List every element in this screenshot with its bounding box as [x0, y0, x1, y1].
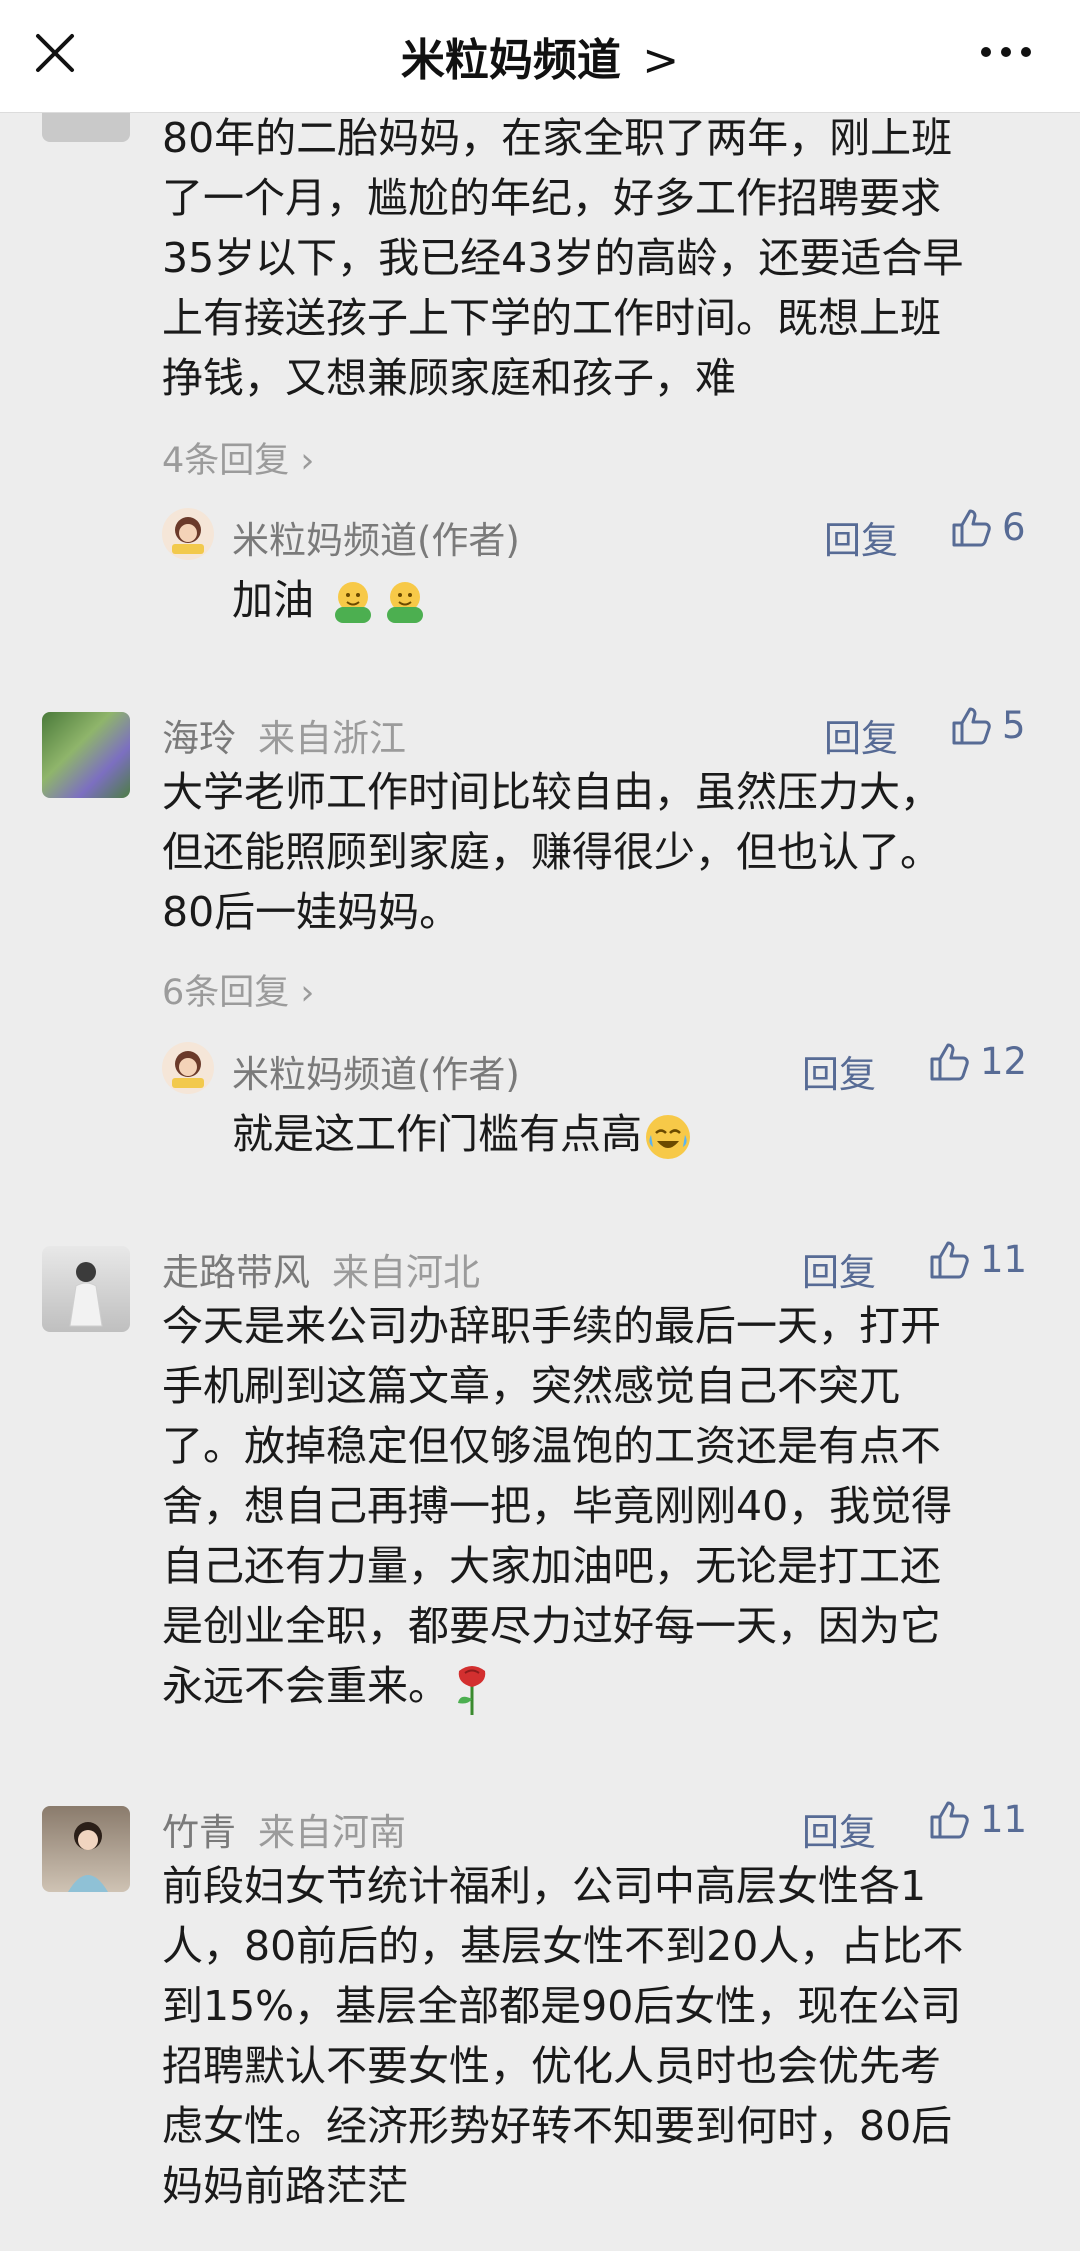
thumbs-up-icon: [930, 1801, 969, 1838]
reply-button[interactable]: 回复: [824, 510, 898, 564]
comment-text: 大学老师工作时间比较自由，虽然压力大， 但还能照顾到家庭，赚得很少，但也认了。 …: [162, 768, 941, 936]
location-label: 来自浙江: [258, 717, 406, 760]
page-title: 米粒妈频道: [400, 35, 621, 86]
rose-emoji: [458, 1666, 486, 1715]
thumbs-up-icon: [952, 509, 991, 546]
more-icon: [981, 47, 1031, 57]
author-reply-text: 就是这工作门槛有点高: [232, 1100, 694, 1163]
thumbs-up-icon: [930, 1241, 969, 1278]
avatar[interactable]: [42, 1246, 130, 1332]
author-reply-text: 加油: [232, 566, 431, 629]
avatar-image: [68, 1822, 108, 1892]
like-count: 6: [1002, 506, 1026, 549]
commenter-name[interactable]: 走路带风 来自河北: [162, 1242, 480, 1296]
reply-button[interactable]: 回复: [802, 1044, 876, 1098]
author-avatar-image: [172, 1051, 204, 1088]
thumbs-up-icon: [952, 707, 991, 744]
author-avatar-image: [172, 517, 204, 554]
reply-button[interactable]: 回复: [802, 1242, 876, 1296]
author-name[interactable]: 米粒妈频道(作者): [232, 510, 520, 564]
crying-laughing-emoji: [646, 1115, 690, 1159]
location-label: 来自河北: [332, 1251, 480, 1294]
commenter-name[interactable]: 竹青 来自河南: [162, 1802, 406, 1856]
like-button[interactable]: 11: [928, 1798, 1027, 1841]
comment-text: 前段妇女节统计福利，公司中高层女性各1 人，80前后的，基层女性不到20人，占比…: [162, 1862, 964, 2210]
like-button[interactable]: 5: [950, 704, 1026, 747]
like-count: 12: [980, 1040, 1028, 1083]
commenter-name[interactable]: 海玲 来自浙江: [162, 708, 406, 762]
comment-text: 80年的二胎妈妈，在家全职了两年，刚上班 了一个月，尴尬的年纪，好多工作招聘要求…: [162, 114, 964, 402]
avatar[interactable]: [42, 1806, 130, 1892]
location-label: 来自河南: [258, 1811, 406, 1854]
hug-emoji: [387, 582, 424, 623]
top-bar: 米粒妈频道 >: [0, 0, 1080, 113]
avatar[interactable]: [42, 712, 130, 798]
author-avatar[interactable]: [162, 1042, 214, 1094]
like-count: 5: [1002, 704, 1026, 747]
comment-text: 今天是来公司办辞职手续的最后一天，打开 手机刷到这篇文章，突然感觉自己不突兀 了…: [162, 1296, 1042, 1717]
like-button[interactable]: 12: [928, 1040, 1027, 1083]
avatar-image: [69, 1262, 103, 1327]
channel-title-link[interactable]: 米粒妈频道 >: [0, 24, 1080, 88]
like-button[interactable]: 11: [928, 1238, 1027, 1281]
chevron-right-icon: >: [642, 35, 680, 86]
author-avatar[interactable]: [162, 508, 214, 560]
like-count: 11: [980, 1238, 1028, 1281]
view-replies-link[interactable]: 6条回复 ›: [162, 964, 314, 1015]
chevron-right-icon: ›: [289, 973, 315, 1013]
view-replies-link[interactable]: 4条回复 ›: [162, 432, 314, 483]
reply-button[interactable]: 回复: [824, 708, 898, 762]
more-button[interactable]: [976, 30, 1036, 74]
like-count: 11: [980, 1798, 1028, 1841]
reply-button[interactable]: 回复: [802, 1802, 876, 1856]
author-name[interactable]: 米粒妈频道(作者): [232, 1044, 520, 1098]
like-button[interactable]: 6: [950, 506, 1026, 549]
chevron-right-icon: ›: [289, 441, 315, 481]
thumbs-up-icon: [930, 1043, 969, 1080]
hug-emoji: [335, 582, 372, 623]
